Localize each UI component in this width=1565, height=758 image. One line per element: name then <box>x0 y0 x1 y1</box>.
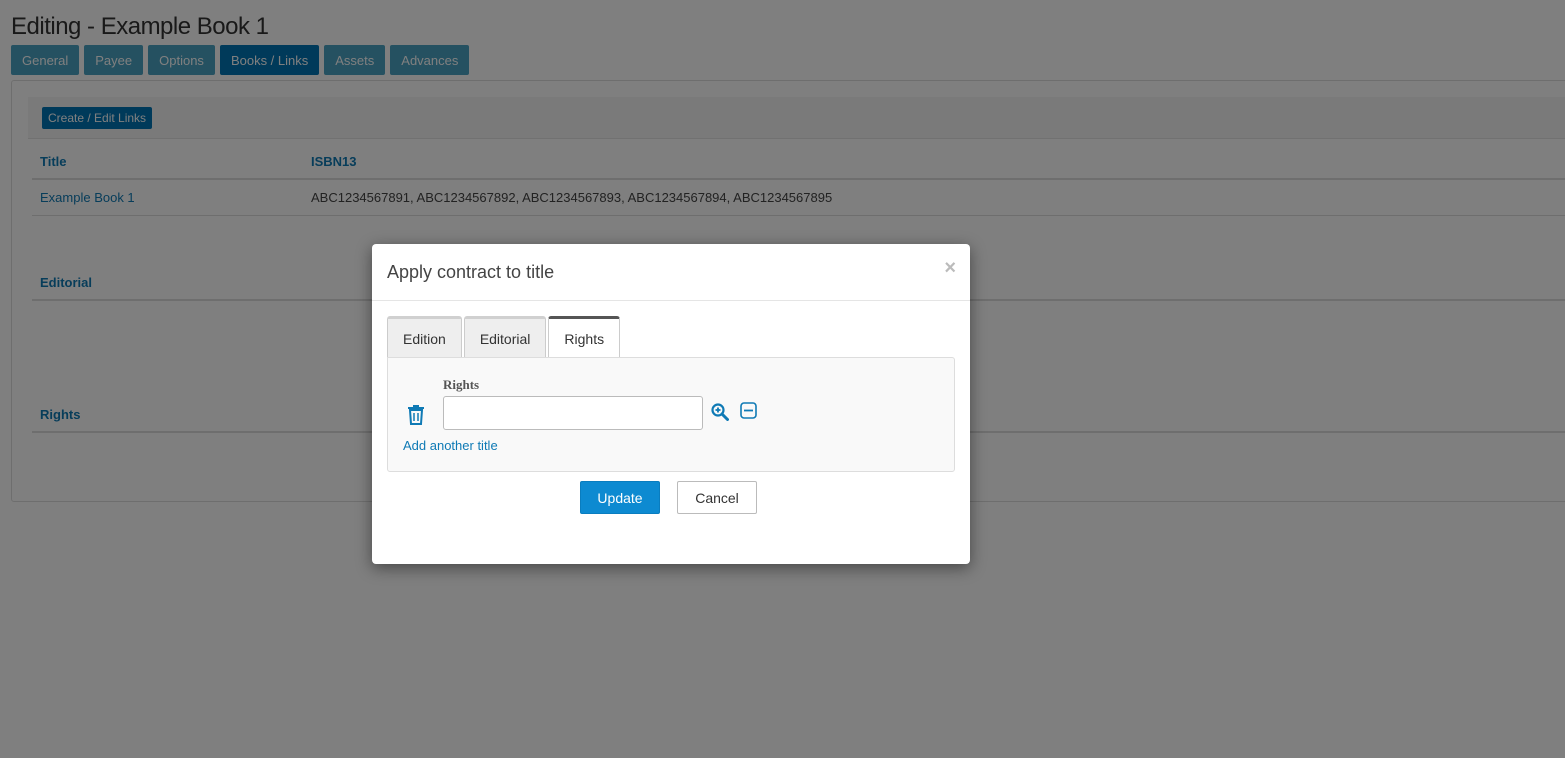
rights-field-label: Rights <box>443 377 480 392</box>
rights-input[interactable] <box>443 396 703 430</box>
add-another-title-link[interactable]: Add another title <box>403 438 498 453</box>
cancel-button[interactable]: Cancel <box>677 481 757 514</box>
update-button[interactable]: Update <box>580 481 660 514</box>
zoom-in-icon[interactable] <box>711 403 729 421</box>
modal-title: Apply contract to title <box>387 262 555 282</box>
minus-square-icon[interactable] <box>740 402 757 419</box>
close-icon[interactable]: × <box>944 257 956 280</box>
modal-tabs: Edition Editorial Rights <box>387 316 622 358</box>
trash-icon[interactable] <box>407 405 425 425</box>
tab-edition[interactable]: Edition <box>387 316 462 358</box>
apply-contract-modal: Apply contract to title × Edition Editor… <box>372 244 970 564</box>
modal-header: Apply contract to title × <box>372 244 970 301</box>
tab-rights[interactable]: Rights <box>548 316 621 358</box>
rights-tab-pane: Rights Add another title <box>387 357 955 472</box>
tab-editorial[interactable]: Editorial <box>463 316 547 358</box>
